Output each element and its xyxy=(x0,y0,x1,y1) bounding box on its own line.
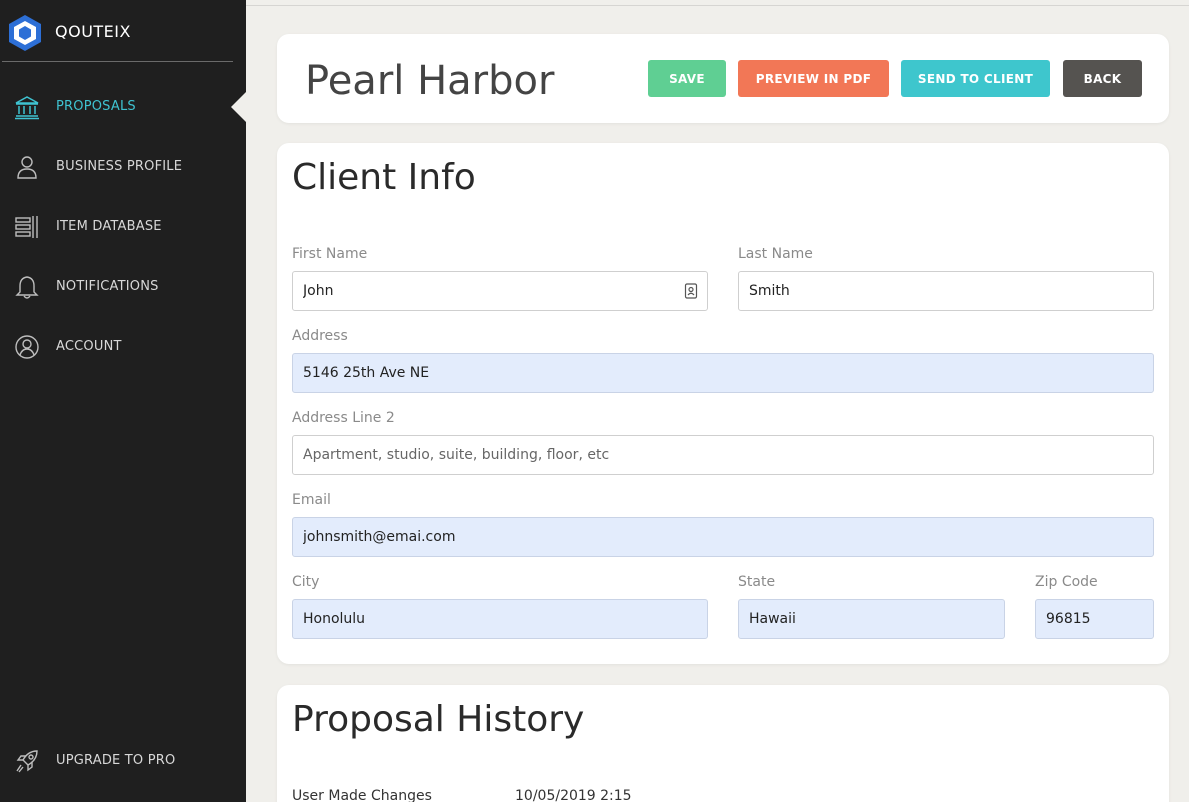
zip-code-label: Zip Code xyxy=(1035,574,1098,590)
last-name-label: Last Name xyxy=(738,246,813,262)
sidebar-item-label: BUSINESS PROFILE xyxy=(56,159,183,174)
sidebar-item-item-database[interactable]: ITEM DATABASE xyxy=(0,207,246,247)
address-line-2-label: Address Line 2 xyxy=(292,410,395,426)
sidebar-item-proposals[interactable]: PROPOSALS xyxy=(0,87,246,127)
proposal-header-card: Pearl Harbor SAVE PREVIEW IN PDF SEND TO… xyxy=(277,34,1169,123)
state-label: State xyxy=(738,574,776,590)
logo-icon xyxy=(9,15,41,51)
history-event: User Made Changes xyxy=(292,788,432,802)
address-field[interactable] xyxy=(292,353,1154,393)
first-name-label: First Name xyxy=(292,246,368,262)
sidebar-item-label: ITEM DATABASE xyxy=(56,219,162,234)
first-name-field[interactable] xyxy=(292,271,708,311)
client-info-card: Client Info First Name Last Name Address… xyxy=(277,143,1169,664)
active-indicator xyxy=(231,92,246,122)
save-button[interactable]: SAVE xyxy=(648,60,726,97)
client-info-title: Client Info xyxy=(292,157,476,198)
contact-card-icon[interactable] xyxy=(684,283,698,299)
proposal-history-title: Proposal History xyxy=(292,699,585,740)
send-to-client-button[interactable]: SEND TO CLIENT xyxy=(901,60,1050,97)
bank-icon xyxy=(15,96,39,120)
account-circle-icon xyxy=(15,335,39,359)
sidebar-item-account[interactable]: ACCOUNT xyxy=(0,327,246,367)
history-date: 10/05/2019 2:15 xyxy=(515,788,632,802)
sidebar-item-label: ACCOUNT xyxy=(56,339,122,354)
user-icon xyxy=(17,156,37,179)
rocket-icon xyxy=(16,750,38,773)
last-name-field[interactable] xyxy=(738,271,1154,311)
sidebar-item-label: NOTIFICATIONS xyxy=(56,279,159,294)
sidebar-item-business-profile[interactable]: BUSINESS PROFILE xyxy=(0,147,246,187)
address-label: Address xyxy=(292,328,348,344)
city-label: City xyxy=(292,574,320,590)
address-line-2-field[interactable] xyxy=(292,435,1154,475)
database-icon xyxy=(15,216,38,238)
zip-code-field[interactable] xyxy=(1035,599,1154,639)
city-field[interactable] xyxy=(292,599,708,639)
sidebar-item-label: PROPOSALS xyxy=(56,99,136,114)
proposal-history-card: Proposal History User Made Changes 10/05… xyxy=(277,685,1169,802)
brand-name: QOUTEIX xyxy=(55,22,131,41)
state-field[interactable] xyxy=(738,599,1005,639)
top-divider xyxy=(246,5,1189,6)
preview-pdf-button[interactable]: PREVIEW IN PDF xyxy=(738,60,889,97)
back-button[interactable]: BACK xyxy=(1063,60,1142,97)
sidebar: QOUTEIX PROPOSALS BUSINESS PROFILE ITEM … xyxy=(0,0,246,802)
sidebar-item-notifications[interactable]: NOTIFICATIONS xyxy=(0,267,246,307)
upgrade-label: UPGRADE TO PRO xyxy=(56,753,176,768)
email-label: Email xyxy=(292,492,331,508)
upgrade-to-pro-link[interactable]: UPGRADE TO PRO xyxy=(0,741,246,781)
email-field[interactable] xyxy=(292,517,1154,557)
brand[interactable]: QOUTEIX xyxy=(2,0,233,62)
page-title: Pearl Harbor xyxy=(305,58,555,104)
bell-icon xyxy=(15,276,39,299)
